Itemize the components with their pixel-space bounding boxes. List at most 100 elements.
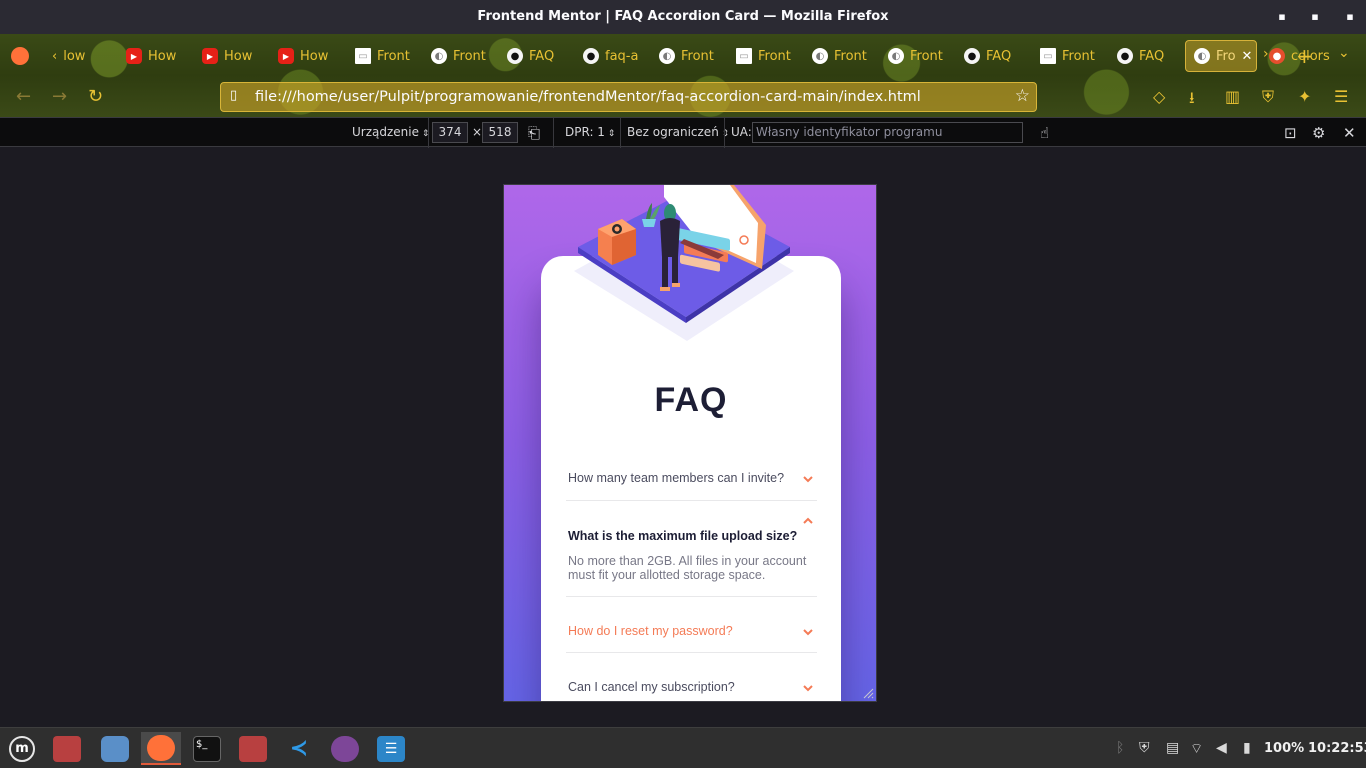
dpr-label: DPR: 1 (565, 125, 605, 139)
settings-gear-icon[interactable]: ⚙ (1312, 124, 1325, 142)
dimension-separator: × (472, 125, 483, 139)
clock[interactable]: 10:22:53 (1308, 741, 1366, 756)
extensions-icon[interactable]: ✦ (1298, 87, 1311, 106)
color-picker-icon: ● (1269, 48, 1285, 64)
chevron-down-icon[interactable] (802, 627, 814, 637)
library-icon[interactable]: ▥ (1225, 87, 1240, 106)
chevron-down-icon[interactable] (802, 474, 814, 484)
minimize-button[interactable]: ▪ (1274, 9, 1290, 25)
tab-item[interactable]: ▶ How (270, 40, 345, 72)
battery-icon[interactable]: ▮ (1243, 740, 1251, 756)
chevron-up-icon[interactable] (802, 516, 814, 526)
tab-item[interactable]: ◐ Front (423, 40, 498, 72)
tab-item[interactable]: ● FAQ (499, 40, 574, 72)
pocket-icon[interactable]: ◇ (1153, 87, 1165, 106)
screenshot-icon[interactable]: ⊡ (1284, 124, 1297, 142)
tab-item[interactable]: ● faq-a (575, 40, 650, 72)
tab-label: Front (910, 48, 943, 64)
tab-item[interactable]: ◐ Front (880, 40, 955, 72)
chevron-down-icon[interactable] (802, 683, 814, 693)
tab-label: Fro (1216, 48, 1236, 64)
taskbar-terminal[interactable]: $_ (187, 732, 227, 765)
reload-button[interactable]: ↻ (88, 86, 103, 107)
taskbar-firefox[interactable] (141, 732, 181, 765)
taskbar-files[interactable] (233, 732, 273, 765)
tab-label: How (148, 48, 177, 64)
tab-partial[interactable]: ‹ low (44, 40, 102, 72)
faq-divider (566, 596, 817, 597)
taskbar-text-editor[interactable]: ☰ (371, 732, 411, 765)
faq-divider (566, 500, 817, 501)
maximize-button[interactable]: ▪ (1307, 9, 1323, 25)
chevron-updown-icon: ⇕ (604, 129, 616, 139)
bluetooth-icon[interactable]: ᛒ (1116, 740, 1124, 756)
tab-label: Front (453, 48, 486, 64)
faq-question[interactable]: What is the maximum file upload size? (568, 529, 797, 543)
tab-label: FAQ (529, 48, 555, 64)
tab-item[interactable]: ▭ Front (728, 40, 803, 72)
back-button[interactable]: ← (16, 86, 31, 107)
faq-question[interactable]: How many team members can I invite? (568, 471, 784, 485)
dpr-selector[interactable]: DPR: 1 ⇕ (565, 125, 615, 139)
extension-shield-icon[interactable]: ⛨ (1262, 87, 1274, 107)
github-icon: ● (1117, 48, 1133, 64)
address-bar[interactable]: ▯ file:///home/user/Pulpit/programowanie… (220, 82, 1037, 112)
tab-label: low (63, 48, 86, 64)
tab-item[interactable]: ● FAQ (1109, 40, 1184, 72)
faq-question[interactable]: How do I reset my password? (568, 624, 733, 638)
clipboard-icon[interactable]: ▤ (1166, 740, 1179, 756)
faq-heading: FAQ (654, 381, 728, 419)
mint-menu-button[interactable]: m (2, 732, 42, 765)
downloads-icon[interactable]: ⭳ (1189, 87, 1195, 114)
close-tab-icon[interactable]: ✕ (1242, 49, 1253, 64)
taskbar-folder[interactable] (47, 732, 87, 765)
frontend-mentor-icon: ◐ (659, 48, 675, 64)
viewport-height-input[interactable]: 518 (482, 122, 518, 143)
throttling-selector[interactable]: Bez ograniczeń ⇕ (627, 125, 729, 139)
github-icon: ● (507, 48, 523, 64)
close-rdm-icon[interactable]: ✕ (1343, 124, 1356, 142)
viewport-width-input[interactable]: 374 (432, 122, 468, 143)
shield-tray-icon[interactable]: ⛨ (1139, 740, 1150, 756)
resize-handle-icon[interactable] (862, 687, 874, 699)
tab-label: How (224, 48, 253, 64)
browser-icon (101, 735, 129, 762)
close-window-button[interactable]: ▪ (1342, 9, 1358, 25)
hamburger-menu-icon[interactable]: ☰ (1334, 87, 1348, 106)
mint-menu-icon: m (9, 735, 35, 762)
new-tab-button[interactable]: + (1296, 44, 1313, 68)
tab-item[interactable]: ▶ How (118, 40, 193, 72)
touch-simulation-icon[interactable]: ☝ (1040, 124, 1049, 142)
tab-item[interactable]: ◐ Front (804, 40, 879, 72)
tab-item[interactable]: ▭ Front (347, 40, 422, 72)
vscode-icon: ≺ (289, 736, 309, 761)
scroll-tabs-right-icon[interactable]: › (1263, 46, 1269, 62)
wifi-icon[interactable]: ⌔ (1190, 740, 1203, 758)
forward-button[interactable]: → (52, 86, 67, 107)
list-all-tabs-icon[interactable]: ⌄ (1338, 45, 1350, 61)
github-icon: ● (964, 48, 980, 64)
taskbar-browser[interactable] (95, 732, 135, 765)
device-selector[interactable]: Urządzenie ⇕ (352, 125, 429, 139)
tab-item[interactable]: ▭ Front (1032, 40, 1107, 72)
user-agent-input[interactable]: Własny identyfikator programu (752, 122, 1023, 143)
taskbar-vscode[interactable]: ≺ (279, 732, 319, 765)
rotate-viewport-icon[interactable]: ⎗ (528, 124, 540, 142)
bookmark-star-icon[interactable]: ☆ (1015, 86, 1030, 106)
taskbar: m $_ ≺ ☰ ᛒ ⛨ ▤ ⌔ ◀ ▮ 100% 10:22:53 (0, 727, 1366, 768)
volume-icon[interactable]: ◀ (1216, 740, 1227, 756)
tab-item[interactable]: ▶ How (194, 40, 269, 72)
faq-question[interactable]: Can I cancel my subscription? (568, 680, 735, 694)
taskbar-tor[interactable] (325, 732, 365, 765)
youtube-icon: ▶ (202, 48, 218, 64)
tab-label: FAQ (986, 48, 1012, 64)
tab-item[interactable]: ● FAQ (956, 40, 1031, 72)
tab-item[interactable]: ◐ Front (651, 40, 726, 72)
doc-icon: ▭ (355, 48, 371, 64)
firefox-icon (147, 734, 175, 761)
github-icon: ● (583, 48, 599, 64)
firefox-view-icon[interactable] (11, 47, 29, 65)
tab-label: FAQ (1139, 48, 1165, 64)
throttling-label: Bez ograniczeń (627, 125, 719, 139)
tab-active[interactable]: ◐ Fro ✕ (1185, 40, 1257, 72)
